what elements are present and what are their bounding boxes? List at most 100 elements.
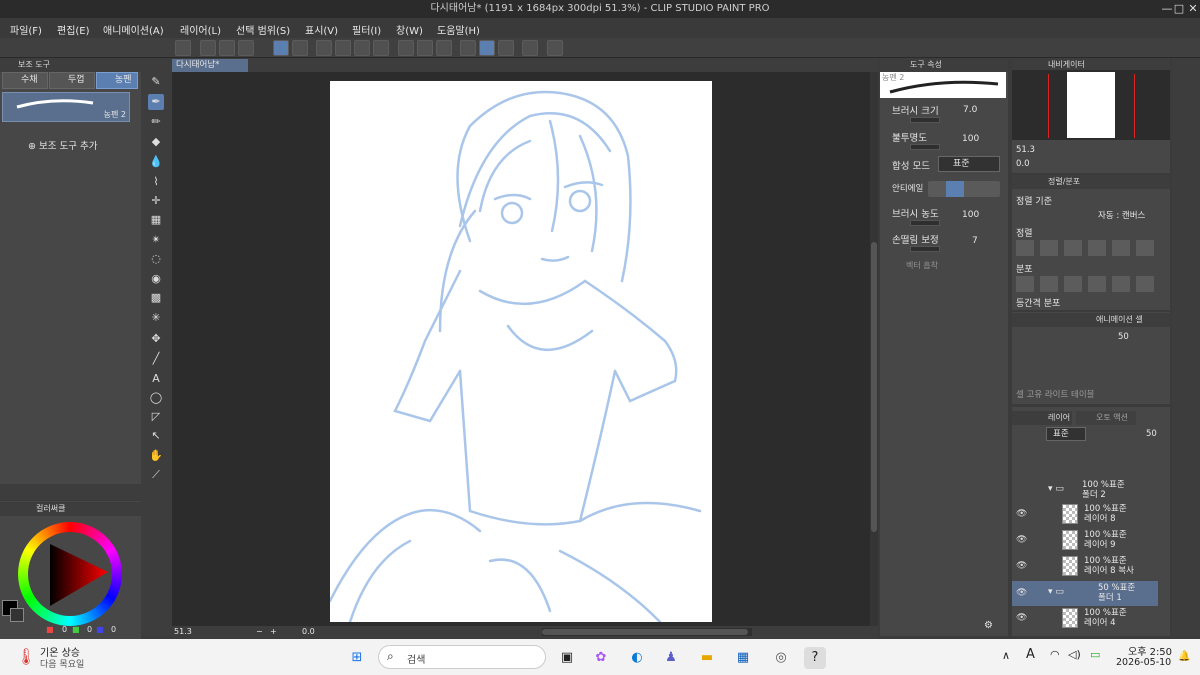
fill-tool-icon[interactable]: ◉ (148, 271, 164, 287)
antialias-selector[interactable] (928, 181, 1000, 197)
menu-edit[interactable]: 편집(E) (57, 22, 90, 37)
angle-value[interactable]: 0.0 (302, 626, 315, 638)
stabilization-slider[interactable] (910, 246, 940, 252)
opacity-slider[interactable] (910, 144, 940, 150)
edge-icon[interactable]: ◐ (626, 647, 648, 669)
distribute-buttons[interactable] (1016, 276, 1156, 292)
pencil-tool-icon[interactable]: ✏ (148, 114, 164, 130)
layer-row[interactable]: 👁 100 %표준 레이어 9 (1012, 528, 1158, 553)
fill-icon[interactable] (354, 40, 370, 56)
sub-color-swatch[interactable] (10, 608, 24, 622)
eraser-tool-icon[interactable]: ◆ (148, 134, 164, 150)
layer-row[interactable]: 👁 100 %표준 레이어 8 (1012, 502, 1158, 527)
clock-date[interactable]: 2026-05-10 (1116, 657, 1171, 668)
ime-indicator[interactable]: A (1026, 647, 1035, 662)
zoom-in-icon[interactable]: + (270, 626, 277, 638)
snap-ruler-icon[interactable] (460, 40, 476, 56)
menu-file[interactable]: 파일(F) (10, 22, 42, 37)
teams-icon[interactable]: ♟ (660, 647, 682, 669)
brush-size-value[interactable]: 7.0 (963, 105, 977, 115)
clear-outside-icon[interactable] (335, 40, 351, 56)
volume-icon[interactable]: ◁) (1068, 648, 1081, 661)
align-buttons[interactable] (1016, 240, 1156, 256)
snap-special-ruler-icon[interactable] (479, 40, 495, 56)
eye-icon[interactable]: 👁 (1016, 561, 1027, 571)
zoom-value[interactable]: 51.3 (174, 626, 192, 638)
tool-property-settings-icon[interactable]: ⚙ (984, 620, 1006, 634)
deselect-icon[interactable] (398, 40, 414, 56)
app-icon[interactable] (175, 40, 191, 56)
menu-view[interactable]: 표시(V) (305, 22, 338, 37)
tab-watercolor[interactable]: 수채 (2, 72, 48, 89)
navigator-preview[interactable] (1012, 70, 1170, 140)
brush-density-value[interactable]: 100 (962, 210, 979, 220)
brush-density-slider[interactable] (910, 220, 940, 226)
layer-opacity-value[interactable]: 50 (1146, 429, 1157, 439)
clip-studio-icon[interactable]: ◎ (770, 647, 792, 669)
eyedropper-icon[interactable]: ⟋ (148, 467, 164, 483)
brush-tool-icon[interactable]: ✒ (148, 94, 164, 110)
animation-cel-value[interactable]: 50 (1118, 332, 1129, 342)
move-layer-icon[interactable]: ✥ (148, 331, 164, 347)
navigator-angle[interactable]: 0.0 (1016, 159, 1030, 169)
open-file-icon[interactable] (219, 40, 235, 56)
text-tool-icon[interactable]: A (148, 371, 164, 387)
snap-grid-icon[interactable] (498, 40, 514, 56)
tab-thick[interactable]: 두껍 (49, 72, 95, 89)
canvas-vscroll[interactable] (870, 72, 878, 626)
close-button[interactable]: ✕ (1186, 0, 1200, 18)
magic-wand-icon[interactable]: ✳ (148, 310, 164, 326)
windows-start-icon[interactable]: ⊞ (346, 647, 368, 669)
tab-auto-action[interactable]: 오토 액션 (1076, 411, 1136, 425)
stabilization-value[interactable]: 7 (972, 236, 978, 246)
redo-icon[interactable] (292, 40, 308, 56)
smartphone-icon[interactable] (522, 40, 538, 56)
operation-tool-icon[interactable]: ↖ (148, 428, 164, 444)
saturation-triangle[interactable] (18, 522, 122, 626)
menu-layer[interactable]: 레이어(L) (180, 22, 221, 37)
save-icon[interactable] (238, 40, 254, 56)
zoom-out-icon[interactable]: − (256, 626, 263, 638)
eye-icon[interactable]: 👁 (1016, 588, 1027, 598)
transform-icon[interactable] (373, 40, 389, 56)
airbrush-tool-icon[interactable]: ⌇ (148, 174, 164, 190)
frame-tool-icon[interactable]: ▦ (148, 212, 164, 228)
opacity-value[interactable]: 100 (962, 134, 979, 144)
maximize-button[interactable]: □ (1172, 0, 1186, 18)
eye-icon[interactable]: 👁 (1016, 509, 1027, 519)
layer-blend-select[interactable]: 표준 (1046, 427, 1086, 441)
new-file-icon[interactable] (200, 40, 216, 56)
menu-filter[interactable]: 필터(I) (352, 22, 381, 37)
battery-icon[interactable]: ▭ (1090, 648, 1100, 661)
layer-row[interactable]: ▾ ▭ 100 %표준 폴더 2 (1012, 478, 1158, 503)
decoration-tool-icon[interactable]: ✛ (148, 193, 164, 209)
canvas-tab[interactable]: 다시태어남* (172, 59, 248, 72)
file-explorer-icon[interactable]: ▬ (696, 647, 718, 669)
notification-bell-icon[interactable]: 🔔 (1178, 651, 1190, 662)
chevron-up-icon[interactable]: ∧ (1002, 649, 1010, 662)
balloon-tool-icon[interactable]: ◯ (148, 390, 164, 406)
gradient-tool-icon[interactable]: ▩ (148, 290, 164, 306)
blend-mode-select[interactable]: 표준 (938, 156, 1000, 172)
blend-tool-icon[interactable]: 💧 (148, 154, 164, 170)
navigator-zoom[interactable]: 51.3 (1016, 145, 1035, 155)
copilot-icon[interactable]: ✿ (590, 647, 612, 669)
menu-selection[interactable]: 선택 범위(S) (236, 22, 290, 37)
auto-select-icon[interactable]: ✴ (148, 232, 164, 248)
sub-tool-item-selected[interactable]: 농펜 2 (2, 92, 130, 122)
lasso-icon[interactable]: ◌ (148, 251, 164, 267)
line-tool-icon[interactable]: ╱ (148, 351, 164, 367)
store-icon[interactable]: ▦ (732, 647, 754, 669)
tab-pen[interactable]: 농펜 (96, 72, 138, 89)
clear-icon[interactable] (316, 40, 332, 56)
hand-tool-icon[interactable]: ✋ (148, 448, 164, 464)
wifi-icon[interactable]: ◠ (1050, 648, 1060, 661)
ruler-tool-icon[interactable]: ◸ (148, 409, 164, 425)
eye-icon[interactable]: 👁 (1016, 613, 1027, 623)
add-sub-tool-button[interactable]: ⊕ 보조 도구 추가 (28, 138, 97, 152)
menu-animation[interactable]: 애니메이션(A) (103, 22, 164, 37)
menu-window[interactable]: 창(W) (396, 22, 423, 37)
layer-row[interactable]: 👁 100 %표준 레이어 4 (1012, 606, 1158, 631)
drawing-canvas[interactable] (330, 81, 712, 622)
canvas-hscroll[interactable] (542, 628, 752, 636)
